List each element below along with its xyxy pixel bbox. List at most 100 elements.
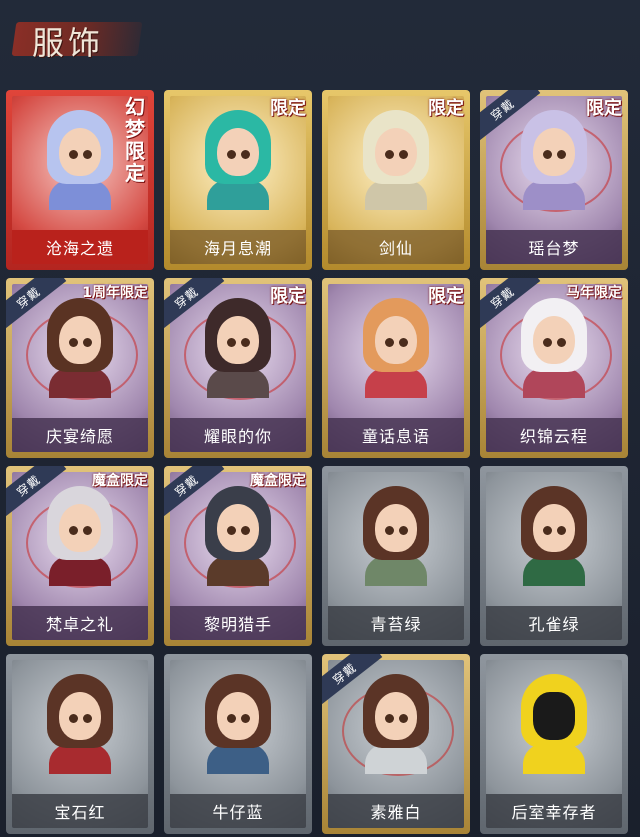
eye: [557, 338, 566, 347]
card-inner: 黎明猎手: [170, 472, 306, 640]
limited-tag: 魔盒限定: [250, 473, 306, 489]
outfit: [49, 180, 111, 210]
face: [59, 504, 101, 552]
face: [533, 128, 575, 176]
costume-name: 青苔绿: [370, 615, 422, 634]
costume-card[interactable]: 牛仔蓝: [164, 654, 312, 834]
costume-card[interactable]: 织锦云程 马年限定 穿戴: [480, 278, 628, 458]
costume-name: 宝石红: [54, 803, 106, 822]
character-figure: [199, 674, 277, 774]
gas-mask-figure: [515, 674, 593, 774]
eye: [543, 150, 552, 159]
face: [59, 316, 101, 364]
eye: [227, 338, 236, 347]
face: [375, 316, 417, 364]
eye: [227, 526, 236, 535]
eye: [399, 150, 408, 159]
costume-name-bar: 沧海之遗: [12, 230, 148, 264]
eye: [241, 150, 250, 159]
costume-name: 海月息潮: [203, 239, 272, 258]
costume-name: 瑶台梦: [528, 239, 580, 258]
costume-card[interactable]: 宝石红: [6, 654, 154, 834]
limited-tag: 限定: [270, 286, 306, 307]
eye: [543, 338, 552, 347]
face: [375, 692, 417, 740]
card-inner: 耀眼的你: [170, 284, 306, 452]
costume-card[interactable]: 黎明猎手 魔盒限定 穿戴: [164, 466, 312, 646]
costume-name-bar: 梵卓之礼: [12, 606, 148, 640]
card-inner: 剑仙: [328, 96, 464, 264]
outfit: [49, 368, 111, 398]
costume-name-bar: 庆宴绮愿: [12, 418, 148, 452]
section-header: 服饰: [11, 10, 143, 66]
costume-name: 后室幸存者: [511, 803, 597, 822]
costume-card[interactable]: 海月息潮 限定: [164, 90, 312, 270]
outfit: [523, 744, 585, 774]
limited-tag: 马年限定: [566, 285, 622, 301]
character-figure: [41, 486, 119, 586]
face: [59, 128, 101, 176]
card-inner: 牛仔蓝: [170, 660, 306, 828]
limited-tag: 魔盒限定: [92, 473, 148, 489]
costume-name-bar: 青苔绿: [328, 606, 464, 640]
card-inner: 瑶台梦: [486, 96, 622, 264]
character-portrait: [170, 660, 306, 794]
costume-card[interactable]: 孔雀绿: [480, 466, 628, 646]
costume-name-bar: 剑仙: [328, 230, 464, 264]
costume-card[interactable]: 童话息语 限定: [322, 278, 470, 458]
eye: [241, 338, 250, 347]
costume-name: 素雅白: [370, 803, 422, 822]
card-inner: 青苔绿: [328, 472, 464, 640]
face: [217, 316, 259, 364]
costume-card[interactable]: 沧海之遗 幻梦限定: [6, 90, 154, 270]
card-inner: 素雅白: [328, 660, 464, 828]
costume-card[interactable]: 素雅白 穿戴: [322, 654, 470, 834]
outfit: [365, 368, 427, 398]
eye: [385, 338, 394, 347]
character-portrait: [12, 660, 148, 794]
card-inner: 梵卓之礼: [12, 472, 148, 640]
limited-tag: 限定: [428, 98, 464, 119]
character-figure: [357, 110, 435, 210]
face: [375, 128, 417, 176]
costume-card[interactable]: 青苔绿: [322, 466, 470, 646]
costume-name: 织锦云程: [519, 427, 588, 446]
outfit: [523, 180, 585, 210]
character-figure: [357, 298, 435, 398]
eye: [83, 526, 92, 535]
costume-name: 剑仙: [378, 239, 413, 258]
costume-name: 牛仔蓝: [212, 803, 264, 822]
costume-name: 孔雀绿: [528, 615, 580, 634]
costume-card[interactable]: 后室幸存者: [480, 654, 628, 834]
eye: [385, 714, 394, 723]
face: [217, 504, 259, 552]
character-figure: [515, 486, 593, 586]
face: [533, 692, 575, 740]
costume-name-bar: 宝石红: [12, 794, 148, 828]
eye: [385, 526, 394, 535]
costume-card[interactable]: 剑仙 限定: [322, 90, 470, 270]
outfit: [365, 556, 427, 586]
limited-tag: 限定: [270, 98, 306, 119]
character-figure: [199, 110, 277, 210]
limited-tag: 限定: [428, 286, 464, 307]
limited-tag: 1周年限定: [82, 285, 148, 301]
character-portrait: [486, 660, 622, 794]
costume-name: 童话息语: [361, 427, 430, 446]
card-inner: 童话息语: [328, 284, 464, 452]
costume-card[interactable]: 瑶台梦 限定 穿戴: [480, 90, 628, 270]
character-figure: [41, 298, 119, 398]
eye: [241, 714, 250, 723]
costume-name-bar: 耀眼的你: [170, 418, 306, 452]
character-figure: [357, 674, 435, 774]
outfit: [207, 744, 269, 774]
costume-card[interactable]: 庆宴绮愿 1周年限定 穿戴: [6, 278, 154, 458]
costume-name: 沧海之遗: [45, 239, 114, 258]
face: [533, 504, 575, 552]
eye: [83, 338, 92, 347]
costume-card[interactable]: 耀眼的你 限定 穿戴: [164, 278, 312, 458]
character-figure: [41, 674, 119, 774]
eye: [69, 526, 78, 535]
character-figure: [515, 110, 593, 210]
costume-card[interactable]: 梵卓之礼 魔盒限定 穿戴: [6, 466, 154, 646]
